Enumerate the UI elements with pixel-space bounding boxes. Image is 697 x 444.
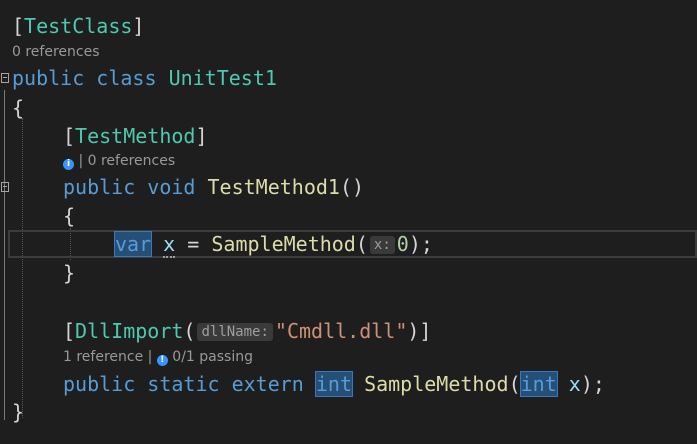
param-type-highlighted[interactable]: int bbox=[519, 371, 558, 397]
code-line-method-brace-open[interactable]: { bbox=[63, 202, 75, 230]
code-line-attr-testmethod[interactable]: [TestMethod] bbox=[63, 122, 208, 150]
code-line-brace-open[interactable]: { bbox=[12, 94, 24, 122]
code-line-statement[interactable]: var x = SampleMethod(x: 0); bbox=[113, 230, 433, 258]
parens: () bbox=[339, 175, 365, 199]
bracket-close: ] bbox=[132, 14, 145, 38]
statement-end: ); bbox=[580, 372, 605, 396]
inlay-hint-x: x: bbox=[369, 236, 395, 254]
bracket-close: )] bbox=[407, 319, 432, 343]
bracket-open: [ bbox=[63, 319, 76, 343]
brace: } bbox=[12, 400, 25, 424]
status-icon[interactable]: ! bbox=[156, 355, 168, 366]
codelens-extern[interactable]: 1 reference | ! 0/1 passing bbox=[63, 347, 253, 367]
brace: { bbox=[12, 96, 25, 120]
assign-operator: = bbox=[187, 232, 200, 256]
fold-collapse-icon-class[interactable] bbox=[1, 73, 9, 83]
argument-value: 0 bbox=[396, 232, 409, 256]
paren-open: ( bbox=[508, 372, 521, 396]
keyword: public bbox=[12, 66, 85, 90]
return-type-highlighted[interactable]: int bbox=[314, 371, 354, 397]
codelens-method[interactable]: i | 0 references bbox=[63, 151, 175, 171]
class-name: UnitTest1 bbox=[168, 66, 277, 90]
keyword: static bbox=[147, 372, 220, 396]
code-line-extern-decl[interactable]: public static extern int SampleMethod(in… bbox=[63, 370, 605, 398]
paren-open: ( bbox=[183, 319, 196, 343]
codelens-class-references[interactable]: 0 references bbox=[12, 42, 100, 62]
code-line-method-decl[interactable]: public void TestMethod1() bbox=[63, 173, 364, 201]
attribute-name: TestClass bbox=[24, 14, 133, 38]
inlay-hint-dllname: dllName: bbox=[197, 323, 273, 341]
codelens-extern-tests[interactable]: 0/1 passing bbox=[172, 349, 253, 365]
keyword: void bbox=[147, 175, 196, 199]
attribute-name: TestMethod bbox=[75, 124, 196, 148]
code-line-method-brace-close[interactable]: } bbox=[63, 259, 75, 287]
outline-guide-method bbox=[4, 196, 5, 288]
method-name[interactable]: SampleMethod bbox=[364, 372, 509, 396]
var-keyword-highlighted[interactable]: var bbox=[113, 231, 153, 257]
code-line-brace-close[interactable]: } bbox=[12, 398, 24, 426]
string-literal: "Cmdll.dll" bbox=[274, 319, 408, 343]
code-line-attr-dllimport[interactable]: [DllImport(dllName: "Cmdll.dll")] bbox=[63, 317, 431, 345]
keyword: extern bbox=[231, 372, 304, 396]
param-name: x bbox=[568, 372, 581, 396]
indent-guide-1 bbox=[22, 118, 23, 418]
code-editor[interactable]: [TestClass] 0 references public class Un… bbox=[0, 0, 697, 444]
code-line-attr-testclass[interactable]: [TestClass] bbox=[12, 12, 144, 40]
keyword: public bbox=[63, 372, 136, 396]
method-name: TestMethod1 bbox=[207, 175, 340, 199]
code-line-class-decl[interactable]: public class UnitTest1 bbox=[12, 64, 277, 92]
method-call[interactable]: SampleMethod bbox=[211, 232, 356, 256]
paren-open: ( bbox=[355, 232, 368, 256]
statement-end: ); bbox=[408, 232, 433, 256]
attribute-name: DllImport bbox=[75, 319, 184, 343]
brace: } bbox=[63, 261, 76, 285]
variable-x[interactable]: x bbox=[163, 232, 176, 258]
bracket-close: ] bbox=[195, 124, 208, 148]
keyword: class bbox=[96, 66, 157, 90]
bracket-open: [ bbox=[63, 124, 76, 148]
fold-collapse-icon-method[interactable] bbox=[1, 182, 9, 192]
info-icon[interactable]: i bbox=[63, 159, 74, 170]
keyword: public bbox=[63, 175, 136, 199]
codelens-extern-references[interactable]: 1 reference | bbox=[63, 349, 152, 365]
bracket-open: [ bbox=[12, 14, 25, 38]
brace: { bbox=[63, 204, 76, 228]
codelens-method-references[interactable]: | 0 references bbox=[78, 153, 175, 169]
